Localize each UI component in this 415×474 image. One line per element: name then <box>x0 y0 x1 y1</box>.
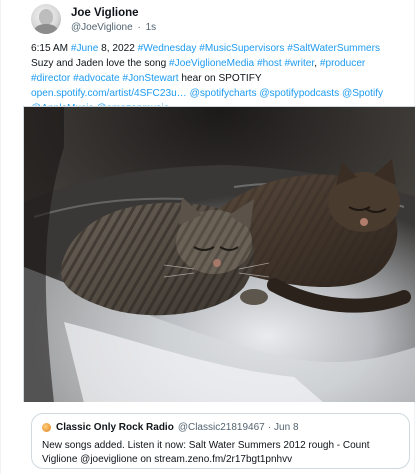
author-handle[interactable]: @JoeViglione <box>71 22 133 33</box>
quoted-tweet-date[interactable]: Jun 8 <box>274 422 298 433</box>
author-name[interactable]: Joe Viglione <box>71 7 139 19</box>
hashtag-link[interactable]: #JonStewart <box>123 73 179 84</box>
quoted-meta-separator: · <box>267 422 272 433</box>
hashtag-link[interactable]: #host <box>257 58 282 69</box>
tweet-text-segment: 8, 2022 <box>98 43 138 54</box>
mention-link[interactable]: @Spotify <box>342 88 383 99</box>
hashtag-link[interactable]: #advocate <box>73 73 120 84</box>
tweet-text: 6:15 AM #June 8, 2022 #Wednesday #MusicS… <box>31 41 397 116</box>
tweet-header: Joe Viglione @JoeViglione · 1s <box>31 4 401 38</box>
url-link[interactable]: open.spotify.com/artist/4SFC23u… <box>31 88 187 99</box>
quoted-tweet-text: New songs added. Listen it now: Salt Wat… <box>42 440 370 465</box>
mention-link[interactable]: @spotifypodcasts <box>259 88 339 99</box>
tweet-photo[interactable] <box>23 106 415 402</box>
hashtag-link[interactable]: #JoeViglioneMedia <box>169 58 254 69</box>
hashtag-link[interactable]: #SaltWaterSummers <box>287 43 380 54</box>
quoted-tweet-header: Classic Only Rock Radio @Classic21819467… <box>42 422 399 433</box>
author-meta: @JoeViglione · 1s <box>71 22 158 33</box>
tweet-text-segment: 6:15 AM <box>31 43 71 54</box>
avatar-head-shape <box>39 9 53 25</box>
cats-photo-illustration <box>24 107 415 402</box>
hashtag-link[interactable]: #producer <box>320 58 365 69</box>
station-avatar[interactable] <box>42 423 51 432</box>
hashtag-link[interactable]: #June <box>71 43 99 54</box>
hashtag-link[interactable]: #director <box>31 73 70 84</box>
meta-separator: · <box>137 22 141 33</box>
hashtag-link[interactable]: #MusicSupervisors <box>199 43 284 54</box>
avatar-body-shape <box>34 24 58 34</box>
tweet-time[interactable]: 1s <box>146 22 157 33</box>
hashtag-link[interactable]: #writer <box>285 58 315 69</box>
quoted-author-handle[interactable]: @Classic21819467 <box>178 422 265 433</box>
tweet-text-segment: Suzy and Jaden love the song <box>31 58 170 69</box>
mention-link[interactable]: @spotifycharts <box>190 88 257 99</box>
tweet-card: Joe Viglione @JoeViglione · 1s 6:15 AM #… <box>0 0 415 474</box>
tweet-text-segment: hear on SPOTIFY <box>178 73 262 84</box>
quoted-author-name[interactable]: Classic Only Rock Radio <box>56 422 174 433</box>
user-avatar[interactable] <box>31 4 61 34</box>
hashtag-link[interactable]: #Wednesday <box>138 43 197 54</box>
quoted-tweet[interactable]: Classic Only Rock Radio @Classic21819467… <box>31 413 410 469</box>
